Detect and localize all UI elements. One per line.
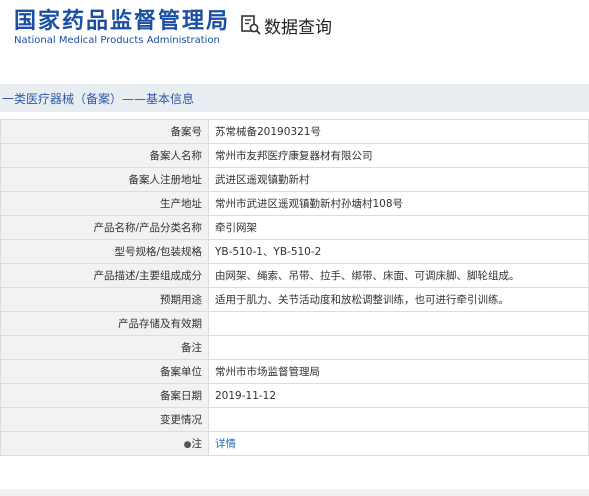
table-row: 备注	[0, 335, 589, 360]
table-row: 备案人名称 常州市友邦医疗康复器材有限公司	[0, 143, 589, 168]
row-label: 产品存储及有效期	[0, 311, 209, 336]
row-value: 常州市市场监督管理局	[208, 359, 589, 384]
row-value: 适用于肌力、关节活动度和放松调整训练，也可进行牵引训练。	[208, 287, 589, 312]
table-row: 备案号 苏常械备20190321号	[0, 119, 589, 144]
row-value: 常州市友邦医疗康复器材有限公司	[208, 143, 589, 168]
section-header: 一类医疗器械（备案）——基本信息	[0, 84, 589, 112]
row-label: 备注	[0, 335, 209, 360]
row-value: 2019-11-12	[208, 383, 589, 408]
site-header: 国家药品监督管理局 National Medical Products Admi…	[0, 0, 589, 58]
document-search-icon	[241, 15, 261, 35]
row-label: 备案人注册地址	[0, 167, 209, 192]
logo-title[interactable]: 国家药品监督管理局	[14, 3, 230, 35]
data-query-label: 数据查询	[264, 17, 332, 38]
table-row: 产品名称/产品分类名称 牵引网架	[0, 215, 589, 240]
table-row: 变更情况	[0, 407, 589, 432]
details-link[interactable]: 详情	[208, 431, 589, 456]
row-value: 常州市武进区遥观镇勤新村孙塘村108号	[208, 191, 589, 216]
row-label: 备案单位	[0, 359, 209, 384]
row-value	[208, 407, 589, 432]
row-value	[208, 335, 589, 360]
logo-subtitle: National Medical Products Administration	[14, 35, 220, 46]
row-value: 苏常械备20190321号	[208, 119, 589, 144]
row-label: 产品名称/产品分类名称	[0, 215, 209, 240]
pin-icon: ●	[183, 440, 192, 450]
row-value	[208, 311, 589, 336]
table-row: 产品存储及有效期	[0, 311, 589, 336]
table-row: ●注 详情	[0, 431, 589, 456]
row-label: 备案人名称	[0, 143, 209, 168]
table-row: 备案单位 常州市市场监督管理局	[0, 359, 589, 384]
row-value: 武进区遥观镇勤新村	[208, 167, 589, 192]
row-label: 生产地址	[0, 191, 209, 216]
data-query-button[interactable]: 数据查询	[240, 13, 332, 38]
table-row: 备案日期 2019-11-12	[0, 383, 589, 408]
row-label: 备案日期	[0, 383, 209, 408]
table-row: 预期用途 适用于肌力、关节活动度和放松调整训练，也可进行牵引训练。	[0, 287, 589, 312]
info-table: 备案号 苏常械备20190321号 备案人名称 常州市友邦医疗康复器材有限公司 …	[0, 119, 589, 456]
row-label: 注	[191, 438, 203, 450]
row-label: 备案号	[0, 119, 209, 144]
table-row: 型号规格/包装规格 YB-510-1、YB-510-2	[0, 239, 589, 264]
row-value: 由网架、绳索、吊带、拉手、绑带、床面、可调床脚、脚轮组成。	[208, 263, 589, 288]
row-label: 变更情况	[0, 407, 209, 432]
section-title: 一类医疗器械（备案）——基本信息	[2, 92, 195, 106]
row-label: 产品描述/主要组成成分	[0, 263, 209, 288]
table-row: 备案人注册地址 武进区遥观镇勤新村	[0, 167, 589, 192]
bottom-divider	[0, 489, 589, 496]
note-label-cell: ●注	[0, 431, 209, 456]
table-row: 产品描述/主要组成成分 由网架、绳索、吊带、拉手、绑带、床面、可调床脚、脚轮组成…	[0, 263, 589, 288]
row-value: 牵引网架	[208, 215, 589, 240]
row-label: 型号规格/包装规格	[0, 239, 209, 264]
table-row: 生产地址 常州市武进区遥观镇勤新村孙塘村108号	[0, 191, 589, 216]
row-value: YB-510-1、YB-510-2	[208, 239, 589, 264]
row-label: 预期用途	[0, 287, 209, 312]
